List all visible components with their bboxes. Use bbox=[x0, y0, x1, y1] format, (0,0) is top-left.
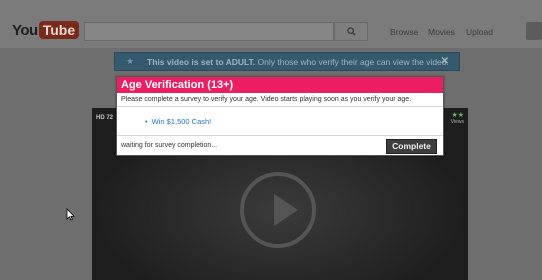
dialog-instructions: Please complete a survey to verify your … bbox=[117, 93, 443, 107]
nav-upload[interactable]: Upload bbox=[466, 27, 493, 37]
nav-browse[interactable]: Browse bbox=[390, 27, 418, 37]
logo-you-text: You bbox=[12, 21, 38, 39]
star-icon: ★ bbox=[126, 56, 134, 66]
adult-warning-banner: ★ This video is set to ADULT. Only those… bbox=[114, 52, 460, 71]
search-icon bbox=[346, 27, 356, 36]
dialog-footer: waiting for survey completion... Complet… bbox=[117, 135, 443, 155]
avatar[interactable] bbox=[526, 22, 542, 40]
mouse-cursor-icon bbox=[66, 208, 75, 221]
views-label: Views bbox=[450, 119, 464, 125]
banner-message: This video is set to ADULT. Only those w… bbox=[147, 56, 449, 67]
survey-offer-link[interactable]: Win $1,500 Cash! bbox=[145, 117, 212, 126]
search-input[interactable] bbox=[84, 22, 334, 41]
dialog-title: Age Verification (13+) bbox=[117, 77, 443, 93]
youtube-logo[interactable]: You Tube bbox=[12, 20, 80, 40]
survey-status: waiting for survey completion... bbox=[121, 142, 218, 149]
page-header: You Tube Browse Movies Upload bbox=[0, 0, 542, 48]
video-rating: ★★ Views bbox=[450, 112, 464, 125]
complete-button[interactable]: Complete bbox=[386, 139, 437, 154]
logo-tube-text: Tube bbox=[38, 21, 80, 39]
play-icon bbox=[274, 194, 298, 226]
search-button[interactable] bbox=[334, 22, 368, 41]
age-verification-dialog: Age Verification (13+) Please complete a… bbox=[116, 76, 444, 156]
hd-label: HD 72 bbox=[96, 115, 114, 121]
close-icon[interactable]: ✕ bbox=[441, 56, 449, 67]
play-button[interactable] bbox=[240, 172, 316, 248]
nav-movies[interactable]: Movies bbox=[428, 27, 455, 37]
